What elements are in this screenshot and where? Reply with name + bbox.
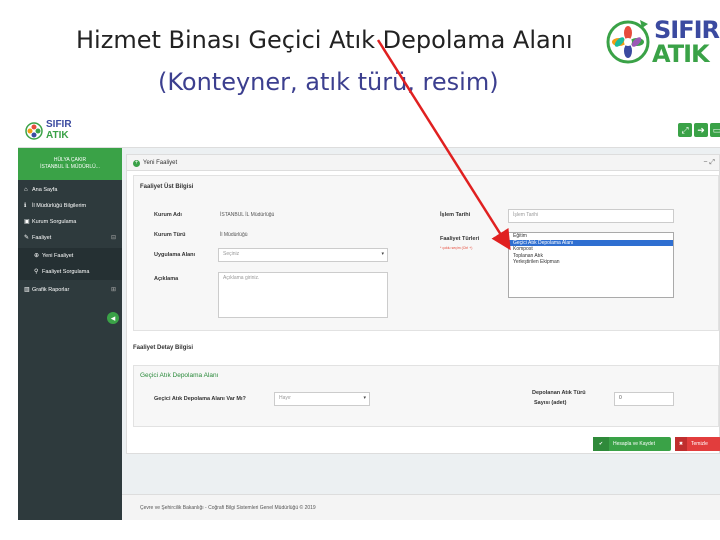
- sidebar-item-label: Faaliyet: [32, 235, 52, 241]
- app-logo-text-bottom: ATIK: [46, 130, 69, 141]
- temizle-button[interactable]: ✖ Temizle: [675, 437, 720, 451]
- faaliyet-turleri-label: Faaliyet Türleri: [440, 236, 480, 242]
- listbox-items: Eğitim Geçici Atık Depolama Alanı Kompost T…: [509, 233, 673, 266]
- uygulama-alani-label: Uygulama Alanı: [154, 252, 196, 258]
- listbox-option[interactable]: Toplanan Atık: [509, 253, 673, 260]
- main-content: + Yeni Faaliyet − ⤢ Faaliyet Üst Bilgisi …: [122, 148, 720, 520]
- aciklama-label: Açıklama: [154, 276, 179, 282]
- sidebar-item-grafik-raporlar[interactable]: ▥ Grafik Raporlar ⊞: [18, 282, 122, 298]
- listbox-option[interactable]: Geçici Atık Depolama Alanı: [509, 239, 673, 247]
- listbox-option[interactable]: Kompost: [509, 246, 673, 253]
- hesapla-kaydet-label: Hesapla ve Kaydet: [613, 441, 655, 447]
- kurum-adi-value: İSTANBUL İL Müdürlüğü: [220, 212, 275, 218]
- gecici-box: Geçici Atık Depolama Alanı Geçici Atık D…: [133, 365, 719, 427]
- collapse-icon: ⊟: [110, 235, 116, 241]
- sidebar-item-faaliyet[interactable]: ✎ Faaliyet ⊟: [18, 230, 122, 246]
- hesapla-kaydet-button[interactable]: ✔ Hesapla ve Kaydet: [593, 437, 671, 451]
- sidebar-item-faaliyet-sorgulama[interactable]: ⚲ Faaliyet Sorgulama: [18, 264, 122, 280]
- plus-icon: +: [133, 160, 140, 167]
- plus-circle-icon: ⊕: [34, 253, 40, 259]
- panel-title: Yeni Faaliyet: [143, 160, 178, 166]
- sifir-atik-logo: SIFIR ATIK: [604, 10, 720, 74]
- chevron-down-icon: ▾: [363, 395, 366, 401]
- temizle-label: Temizle: [691, 441, 708, 447]
- edit-icon: ✎: [24, 235, 30, 241]
- flower-logo-icon: [606, 20, 650, 64]
- sidebar-item-home[interactable]: ⌂ Ana Sayfa: [18, 182, 122, 198]
- panel-tools[interactable]: − ⤢: [703, 155, 715, 171]
- check-icon: ✔: [593, 437, 609, 451]
- var-mi-value: Hayır: [279, 395, 291, 401]
- var-mi-select[interactable]: Hayır ▾: [274, 392, 370, 406]
- kurum-turu-label: Kurum Türü: [154, 232, 186, 238]
- sidebar-item-yeni-faaliyet[interactable]: ⊕ Yeni Faaliyet: [18, 248, 122, 264]
- listbox-option[interactable]: Yerleştirilen Ekipman: [509, 259, 673, 266]
- islem-tarihi-input[interactable]: İşlem Tarihi: [508, 209, 674, 223]
- listbox-option[interactable]: Eğitim: [509, 233, 673, 240]
- window-button[interactable]: ▭: [710, 123, 720, 137]
- sidebar-item-label: Faaliyet Sorgulama: [42, 269, 90, 275]
- home-icon: ⌂: [24, 187, 28, 193]
- flower-logo-icon: [25, 122, 43, 140]
- app-screenshot: SIFIR ATIK ⤢ ➜ ▭ HÜLYA ÇAKIR İSTANBUL İL…: [18, 114, 720, 520]
- sidebar-item-label: Kurum Sorgulama: [32, 219, 77, 225]
- sidebar-item-label: İl Müdürlüğü Bilgilerim: [32, 203, 87, 209]
- fullscreen-button[interactable]: ⤢: [678, 123, 692, 137]
- top-bar: SIFIR ATIK ⤢ ➜ ▭: [18, 114, 720, 148]
- sidebar-item-il-mudurlugu[interactable]: ℹ İl Müdürlüğü Bilgilerim: [18, 198, 122, 214]
- app-logo-text-top: SIFIR: [46, 119, 72, 130]
- slide-subtitle: (Konteyner, atık türü, resim): [158, 68, 499, 96]
- user-panel: HÜLYA ÇAKIR İSTANBUL İL MÜDÜRLÜ...: [18, 148, 122, 180]
- chart-icon: ▥: [24, 287, 30, 293]
- aciklama-textarea[interactable]: Açıklama giriniz.: [218, 272, 388, 318]
- user-name: HÜLYA ÇAKIR: [53, 157, 87, 163]
- uygulama-alani-value: Seçiniz: [223, 251, 240, 257]
- yeni-faaliyet-panel: + Yeni Faaliyet − ⤢ Faaliyet Üst Bilgisi …: [126, 154, 720, 454]
- kurum-turu-value: İl Müdürlüğü: [220, 232, 248, 238]
- sidebar-item-kurum-sorgulama[interactable]: ▣ Kurum Sorgulama: [18, 214, 122, 230]
- panel-header: + Yeni Faaliyet − ⤢: [127, 155, 719, 171]
- sidebar-item-label: Ana Sayfa: [32, 187, 58, 193]
- detay-title: Faaliyet Detay Bilgisi: [133, 345, 194, 351]
- depolanan-input[interactable]: 0: [614, 392, 674, 406]
- sidebar-collapse-button[interactable]: ◂: [107, 312, 119, 324]
- building-icon: ▣: [24, 219, 30, 225]
- depolanan-label-2: Sayısı (adet): [534, 400, 567, 406]
- faaliyet-turleri-hint: * çoklu seçim (Ctrl +): [440, 246, 473, 250]
- gecici-title: Geçici Atık Depolama Alanı: [140, 372, 219, 379]
- chevron-down-icon: ▾: [381, 251, 384, 257]
- sidebar-item-label: Grafik Raporlar: [32, 287, 70, 293]
- expand-icon: ⊞: [110, 287, 116, 293]
- search-icon: ⚲: [34, 269, 39, 275]
- slide-title: Hizmet Binası Geçici Atık Depolama Alanı: [76, 26, 573, 54]
- ust-bilgi-box: Faaliyet Üst Bilgisi Kurum Adı İSTANBUL …: [133, 175, 719, 331]
- depolanan-label-1: Depolanan Atık Türü: [532, 390, 586, 396]
- logout-button[interactable]: ➜: [694, 123, 708, 137]
- user-org: İSTANBUL İL MÜDÜRLÜ...: [40, 164, 100, 170]
- islem-tarihi-label: İşlem Tarihi: [440, 212, 471, 218]
- sidebar: HÜLYA ÇAKIR İSTANBUL İL MÜDÜRLÜ... ⌂ Ana …: [18, 148, 122, 520]
- slide: Hizmet Binası Geçici Atık Depolama Alanı…: [0, 0, 720, 540]
- uygulama-alani-select[interactable]: Seçiniz ▾: [218, 248, 388, 262]
- close-icon: ✖: [675, 437, 687, 451]
- info-icon: ℹ: [24, 203, 27, 209]
- ust-bilgi-title: Faaliyet Üst Bilgisi: [140, 184, 194, 190]
- brand-text-atik: ATIK: [652, 40, 710, 68]
- app-logo[interactable]: SIFIR ATIK: [24, 118, 84, 144]
- faaliyet-turleri-listbox[interactable]: Eğitim Geçici Atık Depolama Alanı Kompost T…: [508, 232, 674, 298]
- var-mi-label: Geçici Atık Depolama Alanı Var Mı?: [154, 396, 246, 402]
- sidebar-item-label: Yeni Faaliyet: [42, 253, 74, 259]
- footer: Çevre ve Şehircilik Bakanlığı - Coğrafi …: [122, 494, 720, 520]
- kurum-adi-label: Kurum Adı: [154, 212, 182, 218]
